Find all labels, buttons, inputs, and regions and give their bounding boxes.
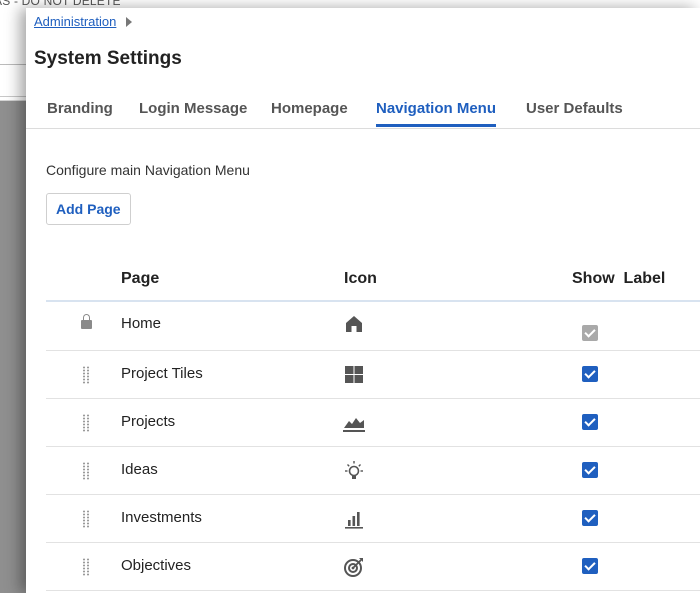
show-label-checkbox[interactable] <box>582 366 598 382</box>
home-icon[interactable] <box>342 312 366 336</box>
lightbulb-icon[interactable] <box>342 459 366 483</box>
tab-login-message[interactable]: Login Message <box>139 100 247 124</box>
navigation-menu-table: Page Icon Show Label Home Project Tiles <box>46 258 700 591</box>
drag-handle-icon[interactable] <box>82 510 90 528</box>
page-name: Investments <box>121 509 202 526</box>
show-label-checkbox[interactable] <box>582 462 598 478</box>
tab-homepage[interactable]: Homepage <box>271 100 348 124</box>
table-row: Investments <box>46 495 700 543</box>
tab-user-defaults[interactable]: User Defaults <box>526 100 623 124</box>
column-header-icon: Icon <box>344 270 377 287</box>
table-row: Project Tiles <box>46 351 700 399</box>
drag-handle-icon[interactable] <box>82 414 90 432</box>
column-header-page: Page <box>121 270 160 287</box>
table-row: Projects <box>46 399 700 447</box>
table-row: Home <box>46 302 700 351</box>
show-label-checkbox[interactable] <box>582 414 598 430</box>
bar-chart-icon[interactable] <box>342 507 366 531</box>
column-header-show-label: Show Label <box>572 270 666 287</box>
page-name: Ideas <box>121 461 158 478</box>
system-settings-panel: Administration System Settings Branding … <box>26 8 700 593</box>
section-description: Configure main Navigation Menu <box>46 162 250 178</box>
breadcrumb-link-administration[interactable]: Administration <box>34 14 116 29</box>
drag-handle-icon[interactable] <box>82 462 90 480</box>
breadcrumb-arrow-icon <box>126 16 133 27</box>
page-name: Home <box>121 315 162 332</box>
drag-handle-icon[interactable] <box>82 366 90 384</box>
page-name: Objectives <box>121 557 192 574</box>
breadcrumb: Administration <box>34 14 133 29</box>
lock-icon <box>81 314 92 329</box>
target-icon[interactable] <box>342 555 366 579</box>
show-label-checkbox <box>582 325 598 341</box>
page-name: Projects <box>121 413 176 430</box>
page-name: Project Tiles <box>121 365 203 382</box>
show-label-checkbox[interactable] <box>582 558 598 574</box>
table-row: Ideas <box>46 447 700 495</box>
table-row: Objectives <box>46 543 700 591</box>
background-divider <box>0 64 26 65</box>
add-page-button[interactable]: Add Page <box>46 193 131 225</box>
show-label-checkbox[interactable] <box>582 510 598 526</box>
drag-handle-icon[interactable] <box>82 558 90 576</box>
settings-tabs: Branding Login Message Homepage Navigati… <box>26 92 700 129</box>
page-title: System Settings <box>34 48 182 69</box>
tab-navigation-menu[interactable]: Navigation Menu <box>376 100 497 127</box>
background-window-title: AS - DO NOT DELETE <box>0 0 121 8</box>
table-header: Page Icon Show Label <box>46 258 700 302</box>
grid-tiles-icon[interactable] <box>342 363 366 387</box>
tab-branding[interactable]: Branding <box>47 100 113 124</box>
background-divider-lower <box>0 96 26 97</box>
mountain-chart-icon[interactable] <box>342 412 366 436</box>
